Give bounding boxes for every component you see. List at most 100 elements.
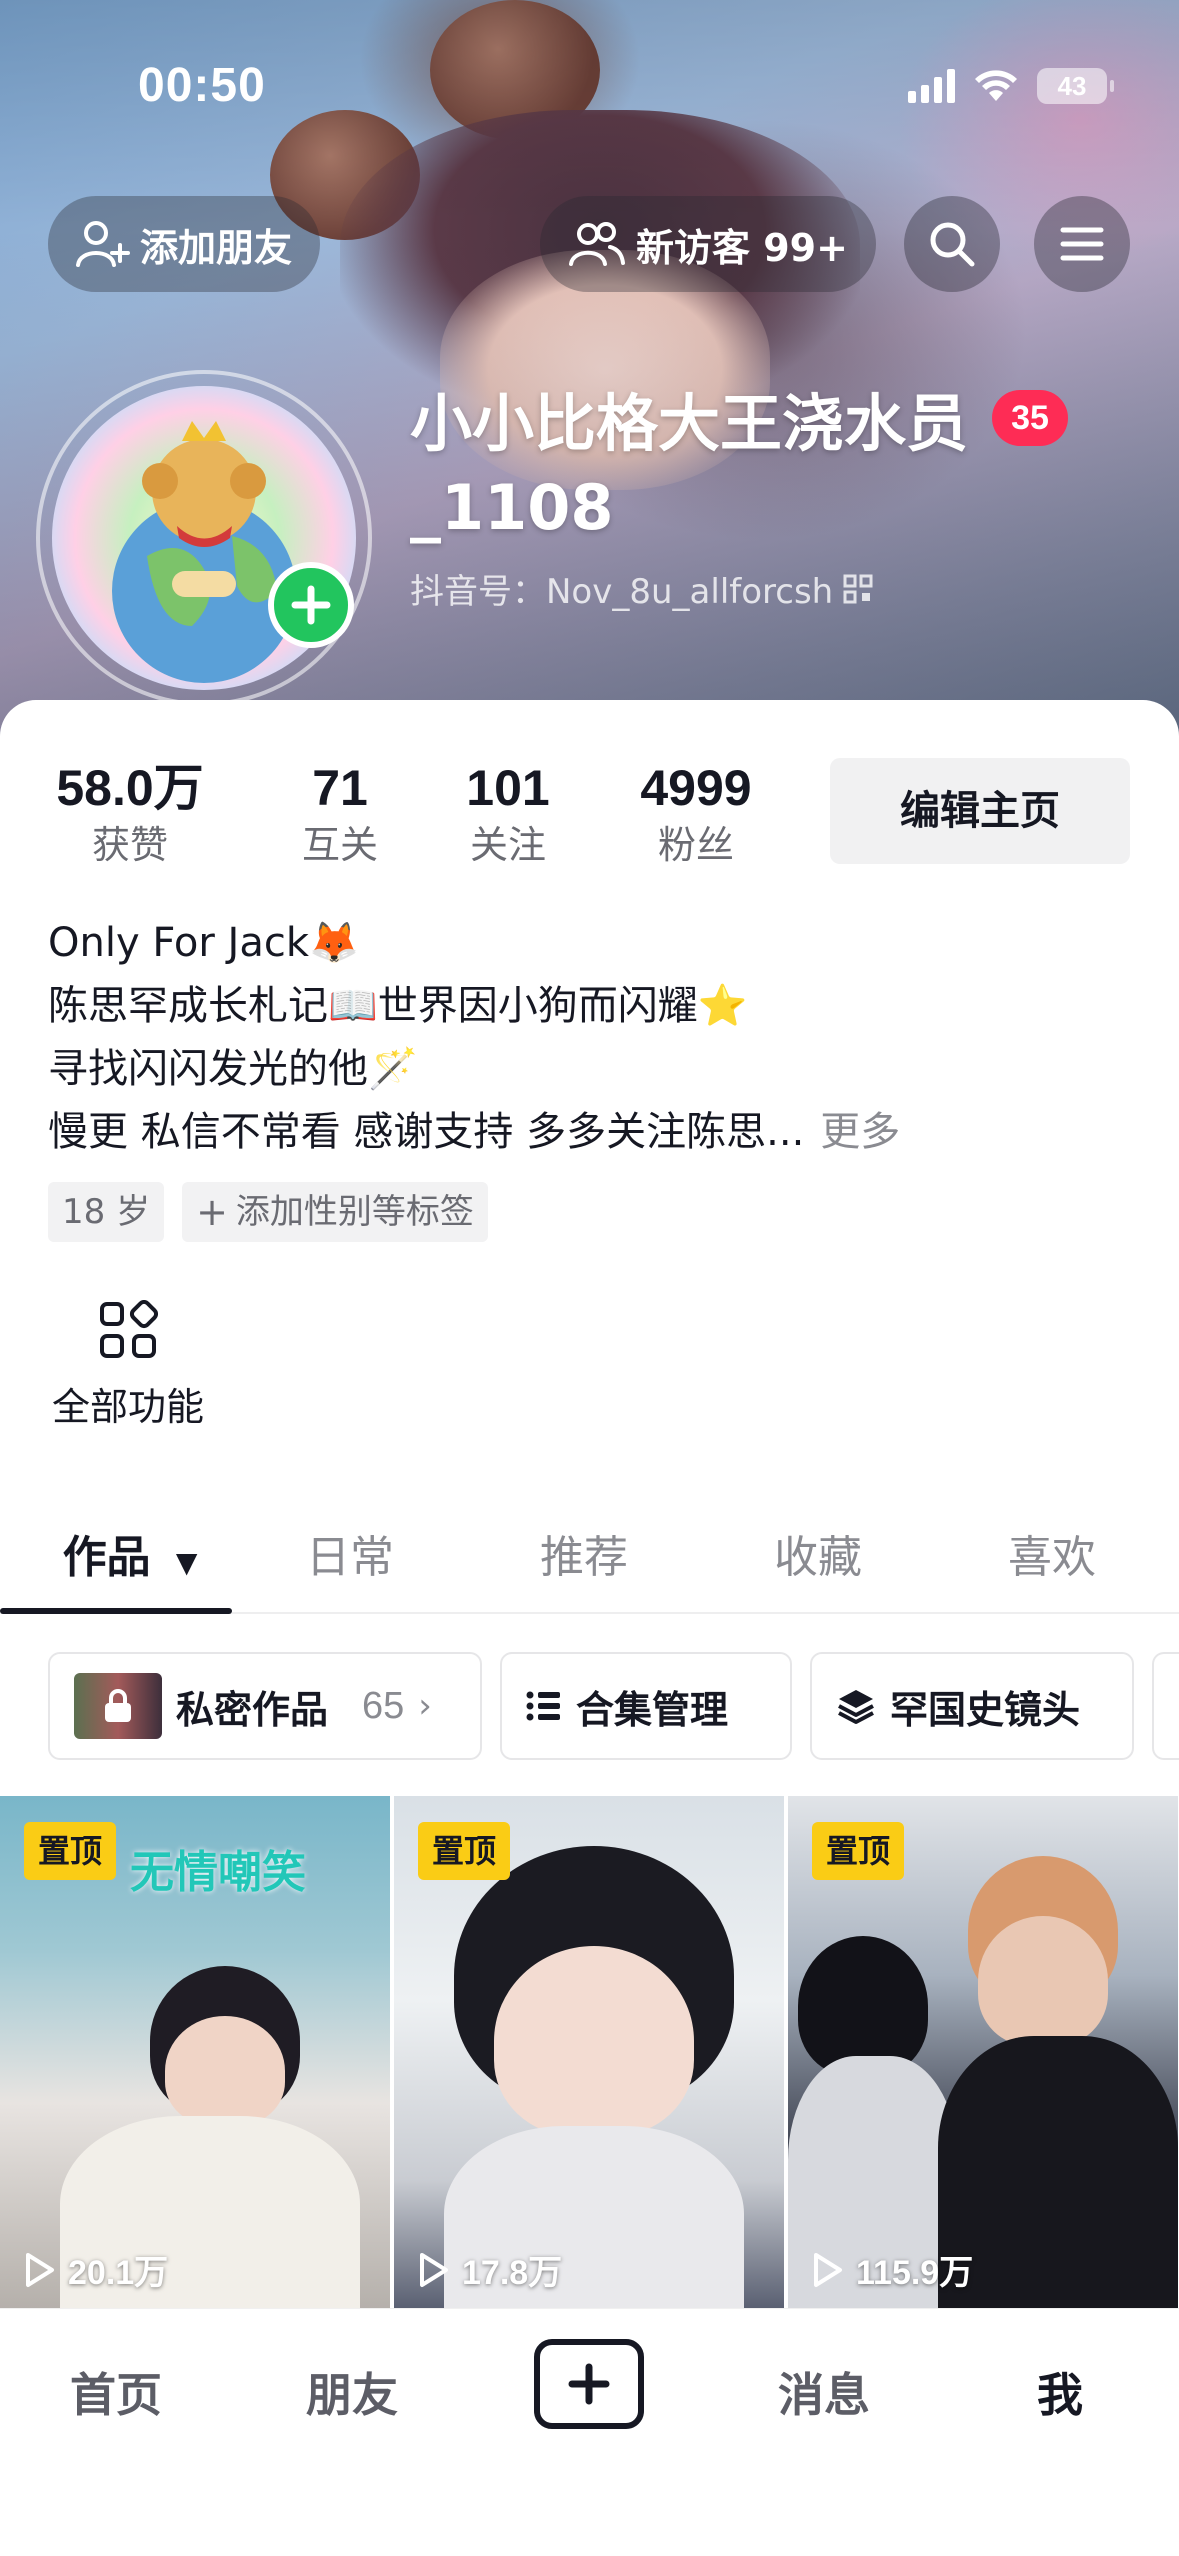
pinned-badge: 置顶 — [24, 1822, 117, 1880]
create-post-button[interactable] — [534, 2339, 644, 2429]
history-clips-label: 罕国史镜头 — [890, 1687, 1081, 1732]
nav-friends[interactable]: 朋友 — [272, 2359, 432, 2425]
new-visitors-label: 新访客 99+ — [636, 225, 848, 270]
content-tabs: 作品 ▼ 日常 推荐 收藏 喜欢 — [0, 1510, 1179, 1614]
stat-following-value: 101 — [466, 760, 550, 816]
age-tag[interactable]: 18 岁 — [48, 1182, 165, 1242]
private-works-button[interactable]: 私密作品 65 › — [48, 1652, 482, 1760]
add-friend-button[interactable]: 添加朋友 — [48, 196, 321, 292]
bio-line: 陈思罕成长札记📖世界因小狗而闪耀⭐ — [48, 983, 748, 1029]
bottom-nav: 首页 朋友 消息 我 — [0, 2308, 1179, 2556]
shortcut-row: 私密作品 65 › 合集管理 罕国史镜头 — [48, 1652, 1179, 1760]
tab-daily[interactable]: 日常 — [270, 1510, 430, 1614]
stat-following[interactable]: 101 关注 — [448, 758, 568, 872]
profile-bio[interactable]: Only For Jack🦊 陈思罕成长札记📖世界因小狗而闪耀⭐ 寻找闪闪发光的… — [48, 912, 1148, 1164]
menu-icon — [1060, 227, 1104, 261]
edit-profile-button[interactable]: 编辑主页 — [830, 758, 1130, 864]
add-friend-label: 添加朋友 — [140, 225, 293, 270]
all-functions-label: 全部功能 — [51, 1385, 204, 1429]
douyin-id-text: 抖音号：Nov_8u_allforcsh — [410, 572, 834, 612]
search-button[interactable] — [904, 196, 1000, 292]
new-visitors-button[interactable]: 新访客 99+ — [540, 196, 876, 292]
all-functions-button[interactable]: 全部功能 — [48, 1299, 208, 1431]
play-count: 20.1万 — [22, 2245, 168, 2294]
profile-stats: 58.0万 获赞 71 互关 101 关注 4999 粉丝 — [0, 758, 800, 878]
caret-down-icon: ▼ — [175, 1546, 198, 1579]
level-badge[interactable]: 35 — [992, 390, 1068, 446]
play-count: 17.8万 — [416, 2245, 562, 2294]
add-avatar-badge[interactable] — [268, 562, 354, 648]
signal-icon — [908, 69, 955, 103]
history-clips-button[interactable]: 罕国史镜头 — [810, 1652, 1134, 1760]
stat-followers[interactable]: 4999 粉丝 — [626, 758, 766, 872]
video-overlay-title: 无情嘲笑 — [130, 1847, 306, 1898]
more-shortcut-edge[interactable] — [1152, 1652, 1179, 1760]
pinned-badge: 置顶 — [812, 1822, 905, 1880]
stat-likes-value: 58.0万 — [56, 760, 204, 816]
bio-line: 慢更 私信不常看 感谢支持 多多关注陈思... — [48, 1109, 805, 1155]
stat-following-label: 关注 — [469, 823, 546, 867]
status-time: 00:50 — [138, 59, 266, 112]
search-icon — [930, 222, 975, 267]
bio-more-link[interactable]: 更多 — [820, 1109, 900, 1155]
nav-messages[interactable]: 消息 — [744, 2359, 904, 2425]
collection-manage-label: 合集管理 — [576, 1687, 729, 1732]
video-subject — [494, 1946, 694, 2136]
plus-icon: + — [196, 1190, 228, 1234]
video-tile[interactable]: 置顶 115.9万 — [788, 1796, 1178, 2308]
lock-icon — [105, 1689, 131, 1722]
stat-followers-label: 粉丝 — [657, 823, 734, 867]
play-count-value: 17.8万 — [462, 2254, 563, 2292]
tab-works-label: 作品 — [62, 1532, 151, 1583]
layers-icon — [838, 1690, 874, 1724]
add-friend-icon — [76, 221, 130, 267]
play-icon — [420, 2252, 448, 2287]
video-tile[interactable]: 无情嘲笑 置顶 20.1万 — [0, 1796, 390, 2308]
bio-line: Only For Jack🦊 — [48, 920, 359, 966]
profile-page: 00:50 43 添加朋友 新访客 99+ 小小比格大王浇水员_1108 35 … — [0, 0, 1179, 2556]
pinned-badge: 置顶 — [418, 1822, 511, 1880]
status-icons: 43 — [908, 66, 1114, 106]
video-tile[interactable]: 置顶 17.8万 — [394, 1796, 784, 2308]
add-tags-button[interactable]: + 添加性别等标签 — [182, 1182, 488, 1242]
play-icon — [26, 2252, 54, 2287]
play-count: 115.9万 — [810, 2245, 973, 2294]
video-subject — [798, 1936, 928, 2076]
tab-recommend[interactable]: 推荐 — [504, 1510, 664, 1614]
private-thumb — [74, 1673, 162, 1739]
menu-button[interactable] — [1034, 196, 1130, 292]
stat-followers-value: 4999 — [640, 760, 752, 816]
battery-icon: 43 — [1037, 68, 1114, 104]
plus-icon — [568, 2363, 610, 2405]
stat-mutual-value: 71 — [312, 760, 368, 816]
visitors-icon — [569, 222, 625, 266]
apps-grid-icon — [100, 1299, 159, 1358]
video-subject — [938, 2036, 1178, 2308]
tab-likes[interactable]: 喜欢 — [972, 1510, 1132, 1614]
private-works-count: 65 — [362, 1684, 405, 1727]
play-count-value: 115.9万 — [856, 2254, 974, 2292]
video-subject — [978, 1916, 1108, 2046]
play-icon — [814, 2252, 842, 2287]
chevron-right-icon: › — [418, 1686, 432, 1726]
wifi-icon — [975, 70, 1017, 101]
profile-tags: 18 岁 + 添加性别等标签 — [48, 1182, 488, 1242]
video-grid: 无情嘲笑 置顶 20.1万 置顶 17.8万 置顶 115.9万 — [0, 1796, 1179, 2308]
stat-mutual[interactable]: 71 互关 — [280, 758, 400, 872]
profile-nickname: 小小比格大王浇水员_1108 — [410, 387, 969, 544]
stat-mutual-label: 互关 — [301, 823, 378, 867]
bio-line: 寻找闪闪发光的他🪄 — [48, 1046, 418, 1092]
tab-works[interactable]: 作品 ▼ — [40, 1510, 220, 1614]
add-tags-label: 添加性别等标签 — [235, 1192, 474, 1232]
nav-home[interactable]: 首页 — [36, 2359, 196, 2425]
douyin-id[interactable]: 抖音号：Nov_8u_allforcsh — [410, 564, 873, 613]
qr-code-icon — [843, 574, 873, 603]
nav-me[interactable]: 我 — [980, 2359, 1140, 2425]
stat-likes[interactable]: 58.0万 获赞 — [48, 758, 212, 872]
tab-favorites[interactable]: 收藏 — [738, 1510, 898, 1614]
list-icon — [526, 1691, 560, 1721]
stat-likes-label: 获赞 — [91, 823, 168, 867]
plus-icon — [291, 585, 331, 625]
private-works-label: 私密作品 — [176, 1687, 329, 1732]
collection-manage-button[interactable]: 合集管理 — [500, 1652, 792, 1760]
